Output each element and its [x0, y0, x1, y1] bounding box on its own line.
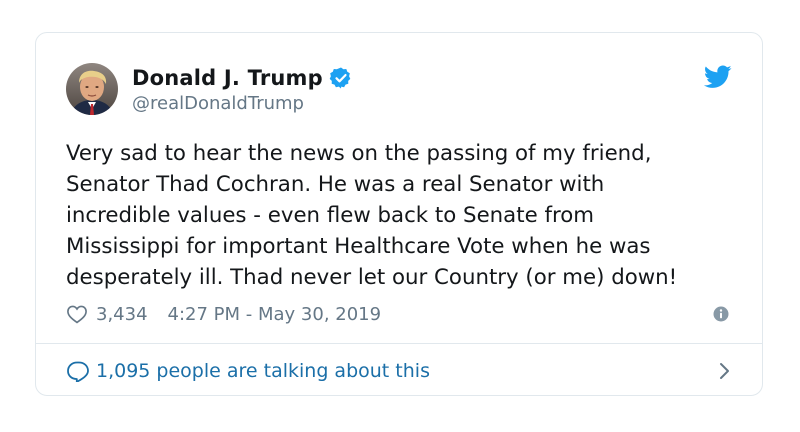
avatar-image	[66, 63, 118, 115]
heart-icon[interactable]	[66, 304, 88, 324]
divider	[36, 343, 762, 344]
display-name[interactable]: Donald J. Trump	[132, 66, 323, 90]
talking-count-text[interactable]: 1,095 people are talking about this	[96, 360, 430, 382]
chevron-right-icon[interactable]	[718, 362, 732, 380]
tweet-text-line: incredible values - even flew back to Se…	[66, 203, 595, 228]
conversation-link[interactable]: 1,095 people are talking about this	[66, 358, 732, 384]
chat-bubble-icon	[67, 361, 89, 382]
tweet-card: Donald J. Trump @realDonaldTrump Very sa…	[35, 32, 763, 396]
tweet-text-line: Senator Thad Cochran. He was a real Sena…	[66, 172, 605, 197]
twitter-bird-icon[interactable]	[704, 65, 732, 89]
tweet-timestamp[interactable]: 4:27 PM - May 30, 2019	[168, 304, 382, 325]
tweet-meta: 3,434 4:27 PM - May 30, 2019	[66, 301, 381, 327]
tweet-text-line: desperately ill. Thad never let our Coun…	[66, 265, 678, 290]
author-handle[interactable]: @realDonaldTrump	[132, 93, 304, 114]
tweet-text: Very sad to hear the news on the passing…	[66, 138, 746, 293]
like-count[interactable]: 3,434	[96, 304, 148, 325]
tweet-text-line: Very sad to hear the news on the passing…	[66, 141, 652, 166]
info-icon[interactable]	[713, 306, 729, 322]
avatar[interactable]	[66, 63, 118, 115]
verified-badge-icon	[329, 67, 351, 89]
tweet-text-line: Mississippi for important Healthcare Vot…	[66, 234, 651, 259]
author-name-row[interactable]: Donald J. Trump	[132, 64, 353, 92]
